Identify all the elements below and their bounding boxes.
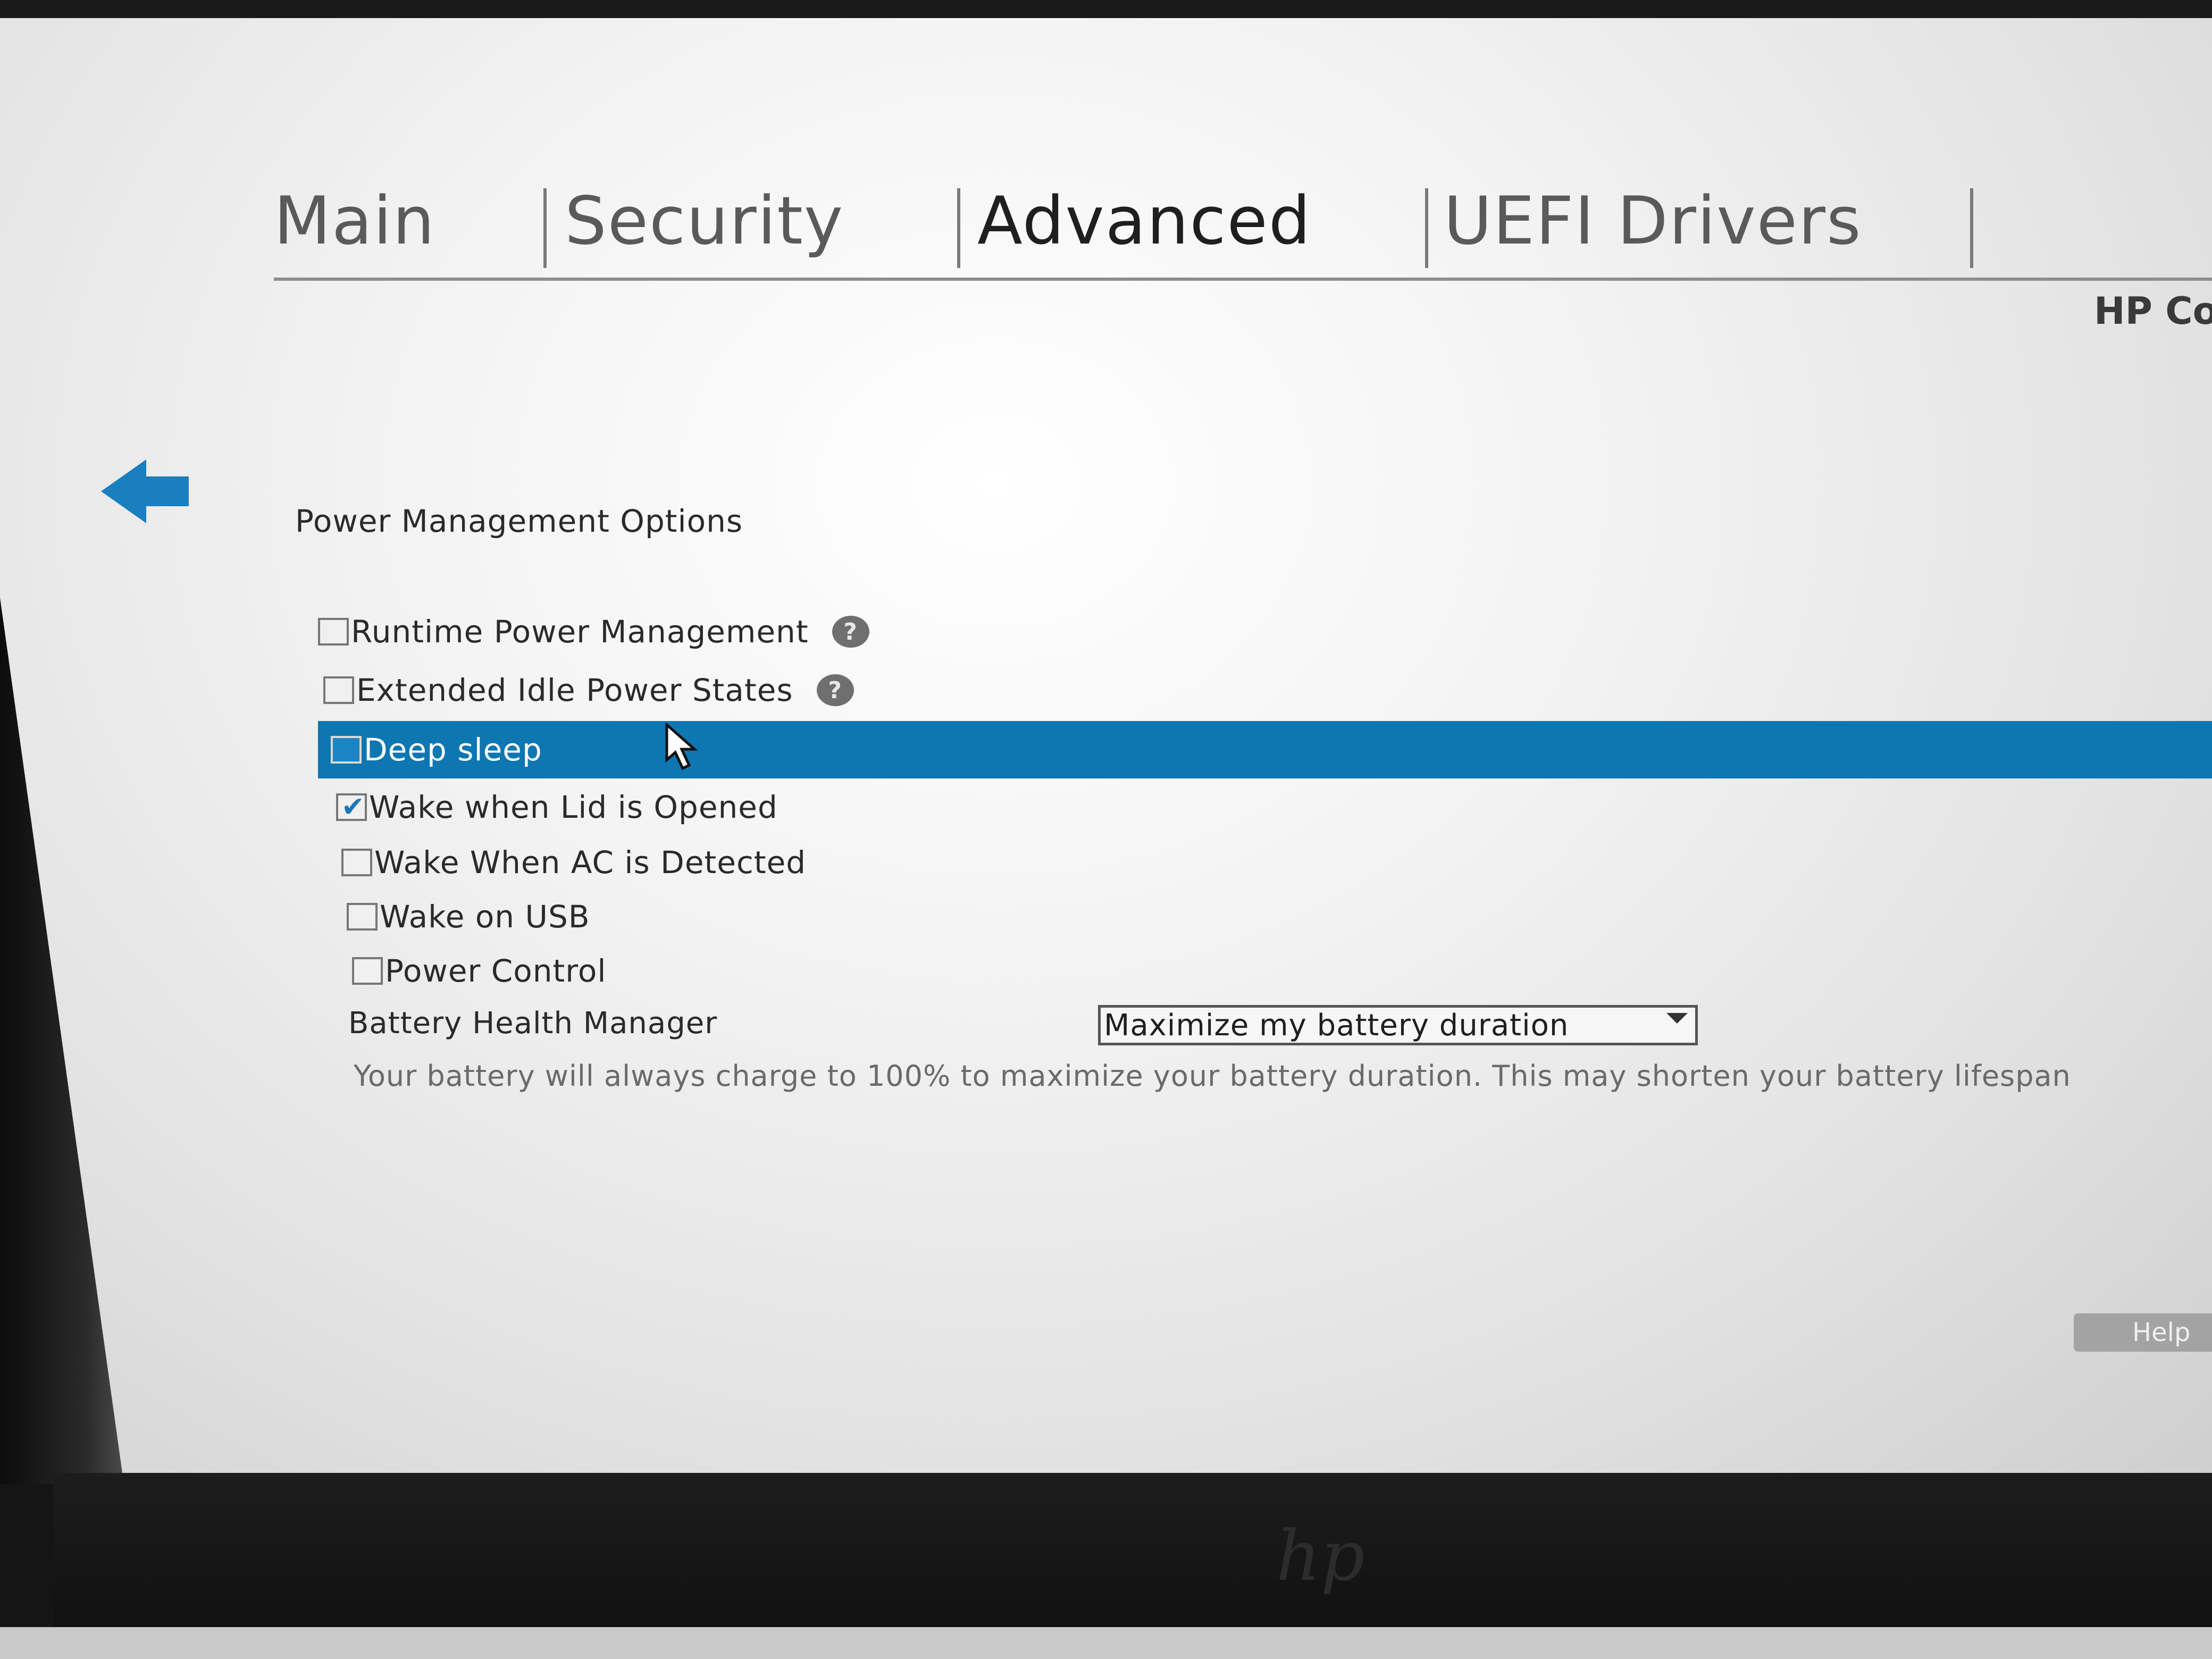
option-wake-on-usb[interactable]: Wake on USB: [347, 893, 590, 940]
option-label: Extended Idle Power States: [356, 672, 793, 708]
back-arrow-icon[interactable]: [101, 459, 191, 523]
battery-health-manager-label: Battery Health Manager: [348, 1006, 718, 1041]
tab-security[interactable]: Security: [565, 183, 844, 259]
tab-main[interactable]: Main: [274, 183, 435, 259]
tab-separator: [543, 188, 547, 268]
tab-separator: [1425, 188, 1428, 268]
option-wake-when-ac-detected[interactable]: Wake When AC is Detected: [341, 839, 806, 886]
checkbox-checked[interactable]: [336, 791, 367, 823]
monitor-bezel-top: [0, 0, 2212, 18]
checkbox[interactable]: [318, 618, 349, 646]
monitor-bezel-bottom: [53, 1473, 2212, 1654]
option-power-control[interactable]: Power Control: [352, 948, 606, 994]
battery-health-description: Your battery will always charge to 100% …: [354, 1059, 2071, 1093]
brand-label: HP Con: [2094, 289, 2212, 333]
option-label: Deep sleep: [364, 732, 542, 768]
option-runtime-power-management[interactable]: Runtime Power Management ?: [318, 608, 869, 655]
checkbox[interactable]: [352, 957, 383, 985]
tab-separator: [1970, 188, 1973, 268]
tab-uefi-drivers[interactable]: UEFI Drivers: [1444, 183, 1862, 259]
checkbox[interactable]: [341, 849, 372, 876]
selected-row-highlight: [318, 721, 2212, 778]
option-label: Runtime Power Management: [351, 614, 809, 650]
option-label: Wake on USB: [380, 899, 590, 935]
tab-underline: [274, 278, 2212, 281]
option-extended-idle-power-states[interactable]: Extended Idle Power States ?: [323, 667, 854, 714]
tab-separator: [957, 188, 960, 268]
option-wake-when-lid-opened[interactable]: Wake when Lid is Opened: [336, 784, 778, 831]
desk-surface: [0, 1627, 2212, 1659]
mouse-cursor-icon: [665, 723, 698, 770]
option-label: Wake when Lid is Opened: [369, 789, 778, 825]
checkbox[interactable]: [347, 903, 378, 931]
help-icon[interactable]: ?: [816, 674, 854, 706]
hp-logo: hp: [1276, 1515, 1365, 1596]
help-icon[interactable]: ?: [832, 616, 869, 648]
bios-screen: Main Security Advanced UEFI Drivers HP C…: [0, 18, 2212, 1473]
chevron-down-icon: [1666, 1013, 1688, 1024]
checkbox[interactable]: [331, 736, 362, 764]
select-value: Maximize my battery duration: [1104, 1008, 1569, 1043]
battery-health-manager-select[interactable]: Maximize my battery duration: [1098, 1005, 1698, 1045]
help-button[interactable]: Help: [2074, 1313, 2212, 1352]
option-label: Wake When AC is Detected: [374, 844, 807, 881]
option-label: Power Control: [385, 953, 607, 989]
tab-advanced[interactable]: Advanced: [977, 183, 1312, 259]
option-deep-sleep[interactable]: Deep sleep: [331, 726, 542, 773]
checkbox[interactable]: [323, 676, 354, 704]
section-title: Power Management Options: [295, 503, 743, 539]
